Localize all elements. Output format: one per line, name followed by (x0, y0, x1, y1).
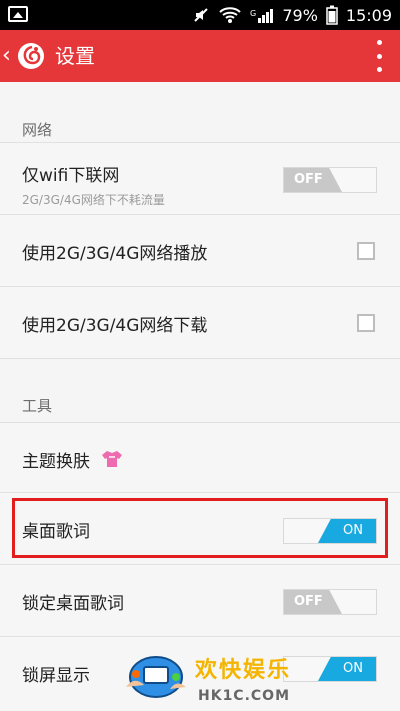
time-text: 15:09 (345, 5, 392, 25)
settings-row-wifi-only[interactable]: 仅wifi下联网 2G/3G/4G网络下不耗流量 OFF (0, 142, 400, 215)
more-dot (376, 40, 382, 45)
chevron-left-icon[interactable]: ‹ (2, 43, 14, 69)
settings-row-label: 主题换肤 (22, 452, 90, 472)
highlight-box (12, 498, 388, 558)
watermark-text-cn: 欢快娱乐 (195, 658, 292, 683)
settings-row-label: 仅wifi下联网 (22, 166, 120, 186)
settings-row-label: 锁屏显示 (22, 666, 90, 686)
netease-music-logo (18, 43, 44, 69)
more-dot (376, 67, 382, 72)
page-title: 设置 (55, 44, 95, 68)
settings-row-play-mobile[interactable]: 使用2G/3G/4G网络播放 (0, 214, 400, 287)
more-dot (376, 53, 382, 59)
battery-icon (326, 5, 338, 25)
settings-row-lock-desktop-lyrics[interactable]: 锁定桌面歌词 OFF (0, 564, 400, 637)
screen: G 79% 15:09 ‹ 设置 网络 仅wifi下联网 2G/3G/4G网络下… (0, 0, 400, 711)
wifi-only-toggle[interactable]: OFF (283, 167, 377, 193)
toggle-state-text: ON (343, 661, 363, 676)
settings-row-theme[interactable]: 主题换肤 (0, 422, 400, 493)
more-vert-icon[interactable] (374, 40, 384, 72)
wifi-icon (219, 7, 242, 23)
mute-icon (194, 8, 209, 22)
lockscreen-toggle[interactable]: ON (283, 656, 377, 682)
settings-row-download-mobile[interactable]: 使用2G/3G/4G网络下载 (0, 286, 400, 359)
tshirt-icon (102, 451, 122, 467)
section-network-title: 网络 (22, 121, 53, 139)
status-bar: G 79% 15:09 (0, 0, 400, 30)
section-divider (0, 358, 400, 407)
settings-row-label: 使用2G/3G/4G网络播放 (22, 244, 208, 264)
app-bar: ‹ 设置 (0, 30, 400, 82)
game-controller-watermark-icon (126, 656, 186, 698)
lock-desktop-lyrics-toggle[interactable]: OFF (283, 589, 377, 615)
battery-text: 79% (282, 5, 318, 25)
settings-row-label: 使用2G/3G/4G网络下载 (22, 316, 208, 336)
watermark-text-en: HK1C.COM (198, 688, 291, 704)
signal-icon: G (250, 9, 274, 23)
settings-row-subtitle: 2G/3G/4G网络下不耗流量 (22, 193, 165, 207)
image-icon (8, 6, 28, 22)
status-icons: G 79% 15:09 (192, 0, 392, 30)
toggle-state-text: OFF (294, 172, 323, 187)
play-mobile-checkbox[interactable] (357, 242, 375, 260)
toggle-state-text: OFF (294, 594, 323, 609)
svg-text:G: G (250, 9, 256, 18)
settings-row-label: 锁定桌面歌词 (22, 594, 124, 614)
download-mobile-checkbox[interactable] (357, 314, 375, 332)
settings-list: 网络 仅wifi下联网 2G/3G/4G网络下不耗流量 OFF 使用2G/3G/… (0, 82, 400, 711)
section-tools-title: 工具 (22, 397, 53, 415)
